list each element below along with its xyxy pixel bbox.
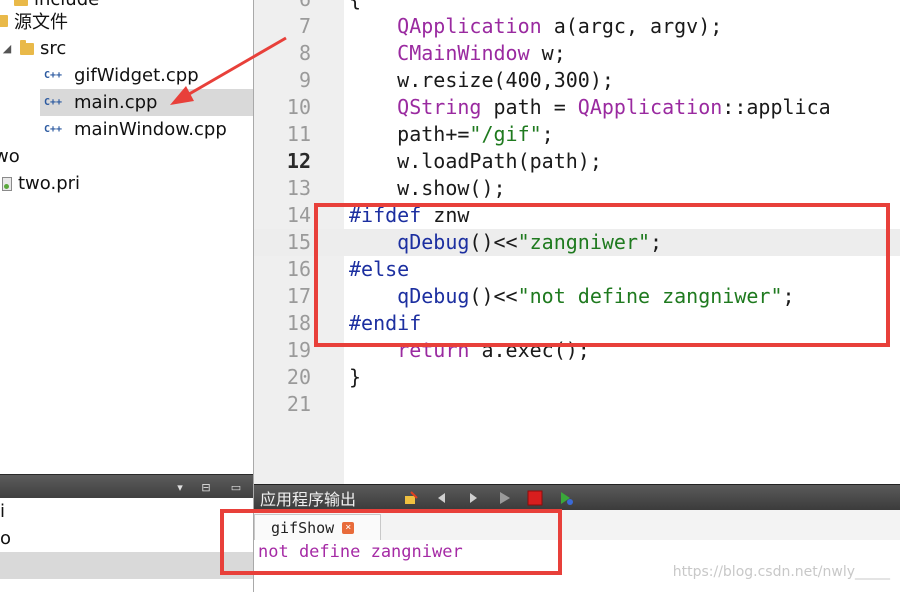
line-number: 21 [286, 392, 311, 416]
code-text: CMainWindow w; [349, 40, 566, 67]
output-pane-title: 应用程序输出 [260, 490, 357, 509]
code-line[interactable]: 20} [254, 364, 900, 391]
line-number: 9 [298, 68, 311, 92]
line-number: 18 [286, 311, 311, 335]
code-token: ::applica [722, 95, 831, 119]
annotation-box-ifdef [314, 203, 890, 347]
code-token: QApplication [397, 14, 542, 38]
code-text: QApplication a(argc, argv); [349, 13, 722, 40]
tree-item-src[interactable]: ◢ src [0, 35, 253, 62]
code-text: QString path = QApplication::applica [349, 94, 831, 121]
code-text: w.resize(400,300); [349, 67, 614, 94]
tree-item-gifwidget-cpp[interactable]: C++ gifWidget.cpp [0, 62, 253, 89]
line-number: 17 [286, 284, 311, 308]
annotation-box-output [220, 509, 562, 575]
tree-item-wo[interactable]: wo [0, 143, 247, 170]
code-token: path+= [349, 122, 470, 146]
code-line[interactable]: 13 w.show(); [254, 175, 900, 202]
split-icon[interactable]: ⊟ [196, 479, 216, 495]
code-line[interactable]: 6{ [254, 0, 900, 13]
tree-item-two-pri[interactable]: two.pri [0, 170, 253, 197]
line-number: 12 [286, 149, 311, 173]
tree-item-main-cpp[interactable]: C++ main.cpp [40, 89, 253, 116]
code-token: w.resize(400,300); [349, 68, 614, 92]
line-number: 13 [286, 176, 311, 200]
code-token: "/gif" [469, 122, 542, 146]
code-token: w.show(); [349, 176, 506, 200]
folder-icon [14, 0, 28, 6]
tree-item-label: wo [0, 146, 20, 167]
tree-item-source-files[interactable]: 源文件 [0, 7, 253, 34]
open-documents-header: ▾ ⊟ ▭ [0, 474, 253, 499]
tree-item-mainwindow-cpp[interactable]: C++ mainWindow.cpp [0, 116, 253, 143]
line-number: 10 [286, 95, 311, 119]
code-token: path = [481, 95, 578, 119]
close-panel-icon[interactable]: ▭ [228, 479, 244, 495]
line-number: 20 [286, 365, 311, 389]
project-tree: include 源文件 ◢ src C++ gifWidget.cpp C++ … [0, 0, 253, 474]
line-number: 19 [286, 338, 311, 362]
code-token: w; [529, 41, 566, 65]
line-number: 14 [286, 203, 311, 227]
code-token: } [349, 365, 362, 389]
code-token: { [349, 0, 361, 11]
line-number: 8 [298, 41, 311, 65]
code-text: path+="/gif"; [349, 121, 554, 148]
code-line[interactable]: 8 CMainWindow w; [254, 40, 900, 67]
code-token: QString [397, 95, 482, 119]
line-number: 11 [286, 122, 311, 146]
cpp-file-icon: C++ [44, 97, 63, 108]
previous-item-icon[interactable] [431, 488, 453, 508]
tree-item-label: gifWidget.cpp [74, 65, 199, 86]
next-item-icon[interactable] [462, 488, 484, 508]
attach-debugger-icon[interactable] [555, 488, 577, 508]
line-number: 6 [254, 0, 311, 13]
code-line[interactable]: 12 w.loadPath(path); [254, 148, 900, 175]
code-line[interactable]: 9 w.resize(400,300); [254, 67, 900, 94]
code-text: { [349, 0, 361, 13]
code-token: CMainWindow [397, 41, 530, 65]
line-number: 7 [298, 14, 311, 38]
watermark: https://blog.csdn.net/nwly_____ [672, 564, 890, 580]
code-token: ; [541, 122, 554, 146]
code-token: a(argc, argv); [541, 14, 723, 38]
code-line[interactable]: 21 [254, 391, 900, 418]
tree-item-label: src [40, 38, 67, 59]
tree-item-label: 源文件 [14, 11, 68, 33]
folder-icon [0, 14, 8, 27]
list-item-selected[interactable] [0, 552, 253, 579]
stop-icon[interactable] [524, 488, 546, 508]
list-item[interactable]: i [0, 498, 253, 525]
code-text: w.show(); [349, 175, 506, 202]
folder-icon [20, 39, 34, 55]
code-text: w.loadPath(path); [349, 148, 602, 175]
tree-item-label: mainWindow.cpp [74, 119, 227, 140]
code-line[interactable]: 11 path+="/gif"; [254, 121, 900, 148]
code-line[interactable]: 10 QString path = QApplication::applica [254, 94, 900, 121]
list-item-label: o [0, 528, 12, 549]
list-item-label: i [0, 501, 6, 522]
code-line[interactable]: 7 QApplication a(argc, argv); [254, 13, 900, 40]
tree-item-label: main.cpp [74, 92, 158, 113]
line-number: 15 [286, 230, 311, 254]
code-token: w.loadPath(path); [349, 149, 602, 173]
application-output-header: 应用程序输出 [254, 484, 900, 511]
expand-arrow-icon[interactable]: ◢ [0, 42, 14, 55]
tree-item-label: two.pri [18, 173, 81, 194]
list-item[interactable]: o [0, 525, 253, 552]
open-documents-list: i o [0, 498, 253, 592]
line-number: 16 [286, 257, 311, 281]
run-icon[interactable] [493, 488, 515, 508]
clear-output-icon[interactable] [400, 488, 422, 508]
dropdown-arrow-icon[interactable]: ▾ [174, 479, 186, 495]
code-token: QApplication [577, 95, 723, 119]
code-text: } [349, 364, 361, 391]
cpp-file-icon: C++ [44, 124, 63, 135]
pri-file-icon [2, 176, 12, 191]
cpp-file-icon: C++ [44, 70, 63, 81]
